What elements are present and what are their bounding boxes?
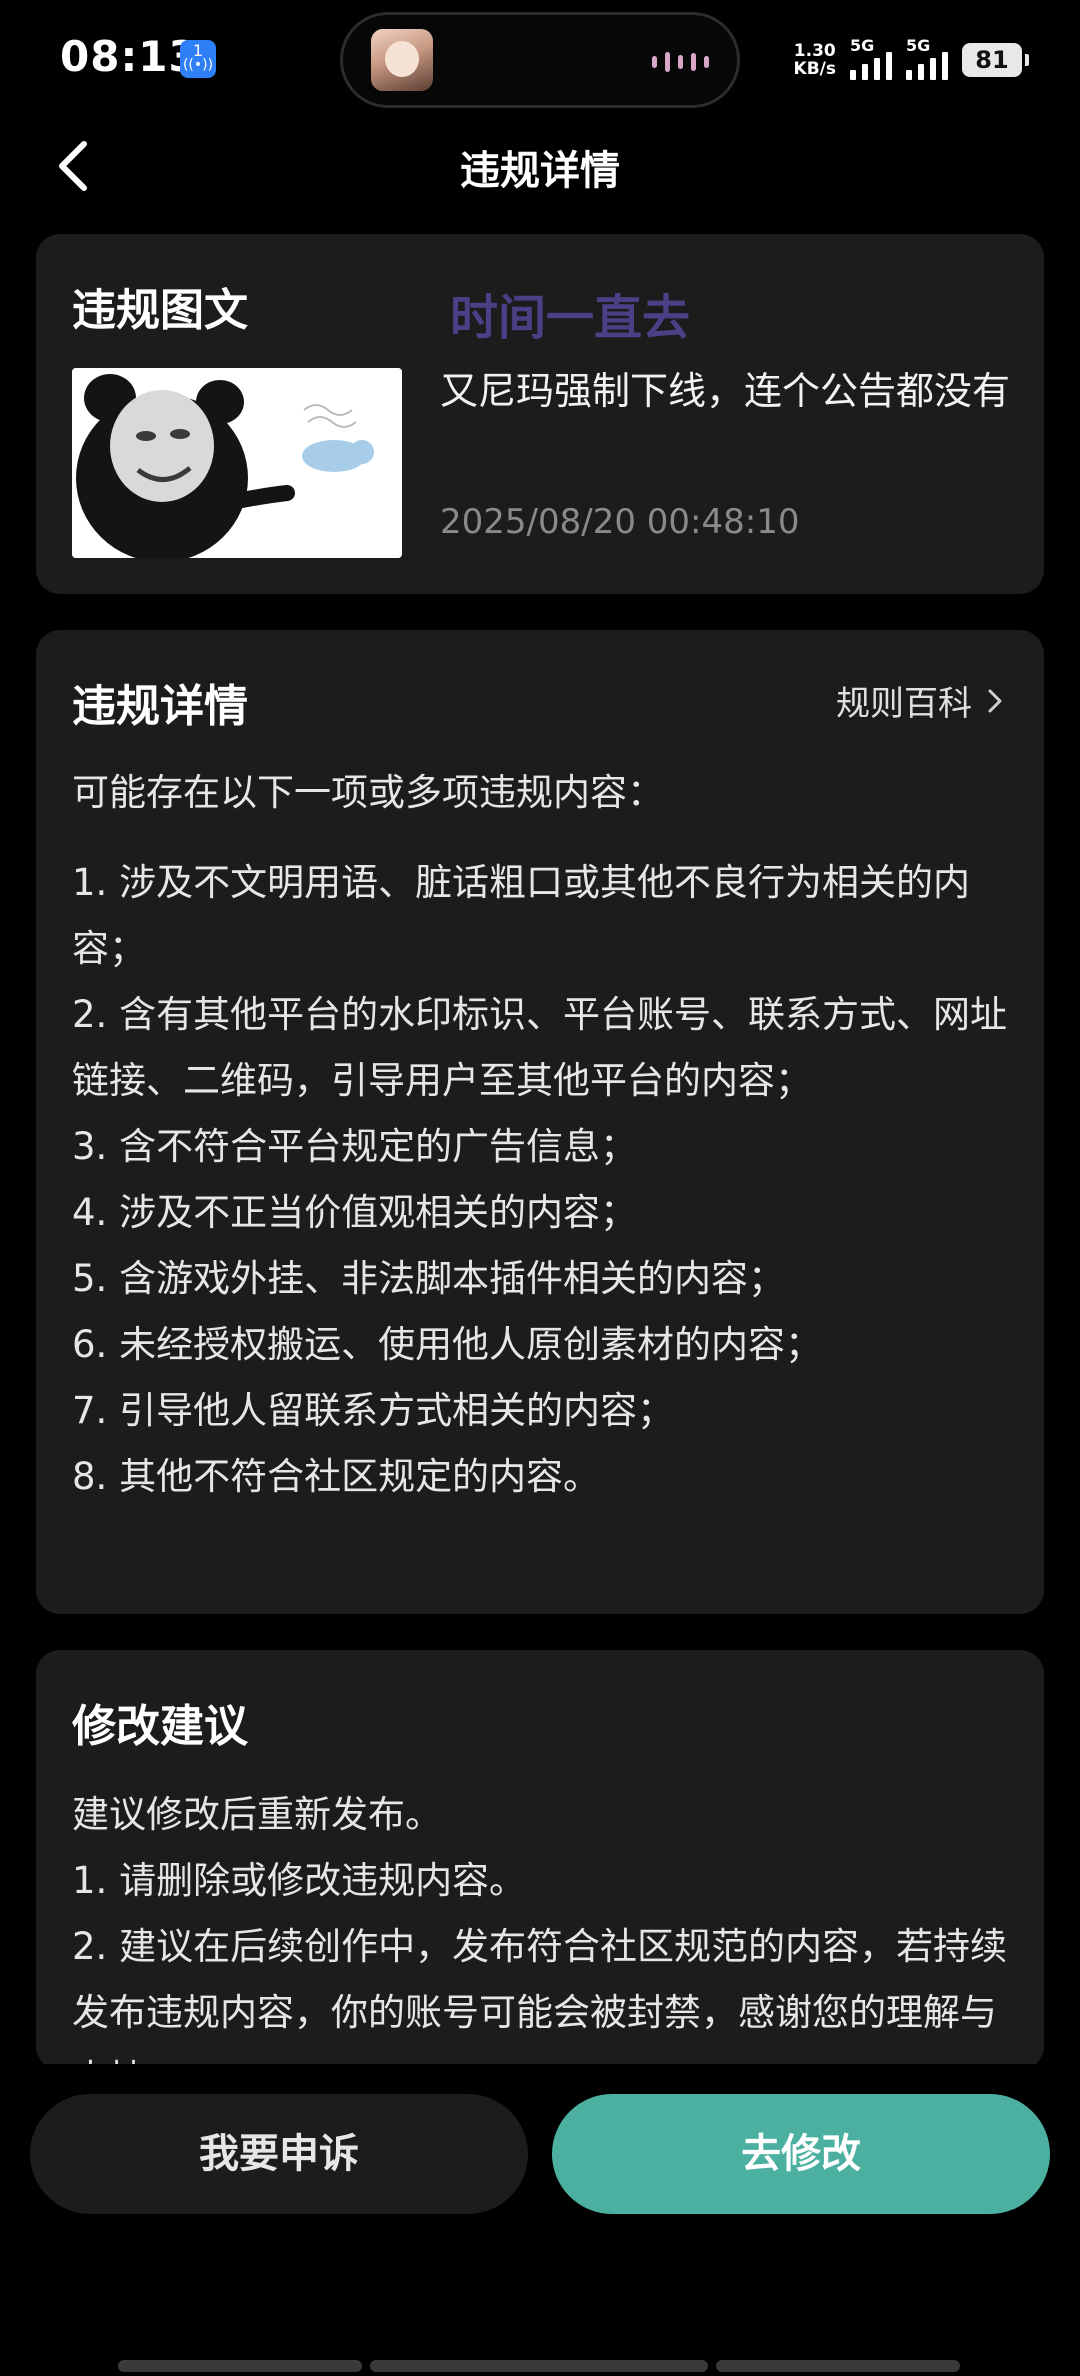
- chevron-right-icon: [988, 689, 1002, 712]
- violation-list: 1. 涉及不文明用语、脏话粗口或其他不良行为相关的内容； 2. 含有其他平台的水…: [72, 850, 1022, 1510]
- media-avatar: [371, 29, 433, 91]
- nav-indicator[interactable]: [370, 2360, 708, 2372]
- meme-image: [72, 368, 402, 558]
- net-speed: 1.30 KB/s: [793, 41, 836, 79]
- list-item: 6. 未经授权搬运、使用他人原创素材的内容；: [72, 1323, 823, 1366]
- post-section-title: 违规图文: [72, 285, 248, 336]
- nav-indicator[interactable]: [118, 2360, 362, 2372]
- list-item: 2. 含有其他平台的水印标识、平台账号、联系方式、网址链接、二维码，引导用户至其…: [72, 993, 1008, 1102]
- violation-detail-card: 违规详情 规则百科 可能存在以下一项或多项违规内容： 1. 涉及不文明用语、脏话…: [36, 630, 1044, 1614]
- edit-button[interactable]: 去修改: [552, 2094, 1050, 2214]
- nav-indicator[interactable]: [716, 2360, 960, 2372]
- violation-detail-screen: 08:13 1 ((•)) 1.30 KB/s 5G 5G 81 违规详情 违规…: [0, 0, 1080, 2376]
- bottom-action-bar: 我要申诉 去修改: [0, 2064, 1080, 2376]
- list-item: 1. 请删除或修改违规内容。: [72, 1859, 527, 1902]
- rules-link-label: 规则百科: [836, 684, 972, 724]
- battery-icon: 81: [962, 43, 1029, 77]
- status-bar: 08:13 1 ((•)) 1.30 KB/s 5G 5G 81: [0, 0, 1080, 120]
- suggestion-card: 修改建议 建议修改后重新发布。 1. 请删除或修改违规内容。 2. 建议在后续创…: [36, 1650, 1044, 2070]
- signal-icon-sim1: 5G: [850, 36, 892, 80]
- list-item: 7. 引导他人留联系方式相关的内容；: [72, 1389, 675, 1432]
- page-title: 违规详情: [460, 148, 620, 194]
- list-item: 3. 含不符合平台规定的广告信息；: [72, 1125, 638, 1168]
- status-time: 08:13: [60, 32, 199, 81]
- status-icons: 1.30 KB/s 5G 5G 81: [793, 36, 1029, 84]
- suggestion-list: 建议修改后重新发布。 1. 请删除或修改违规内容。 2. 建议在后续创作中，发布…: [72, 1782, 1022, 2070]
- signal-icon-sim2: 5G: [906, 36, 948, 80]
- detail-section-title: 违规详情: [72, 681, 248, 732]
- appeal-button[interactable]: 我要申诉: [30, 2094, 528, 2214]
- hotspot-icon: 1 ((•)): [180, 40, 216, 78]
- rules-encyclopedia-link[interactable]: 规则百科: [836, 676, 1004, 725]
- post-card[interactable]: 违规图文 时间一直去 又尼玛强制下线，连个公告都没有 2025/08/20 00…: [36, 234, 1044, 594]
- watermark-text: 时间一直去: [450, 290, 691, 346]
- list-item: 1. 涉及不文明用语、脏话粗口或其他不良行为相关的内容；: [72, 861, 971, 970]
- app-header: 违规详情: [0, 120, 1080, 210]
- list-item: 8. 其他不符合社区规定的内容。: [72, 1455, 601, 1498]
- list-item: 5. 含游戏外挂、非法脚本插件相关的内容；: [72, 1257, 786, 1300]
- list-item: 2. 建议在后续创作中，发布符合社区规范的内容，若持续发布违规内容，你的账号可能…: [72, 1925, 1008, 2070]
- dynamic-island[interactable]: [340, 12, 740, 108]
- detail-intro: 可能存在以下一项或多项违规内容：: [72, 771, 664, 814]
- list-item: 4. 涉及不正当价值观相关的内容；: [72, 1191, 638, 1234]
- post-timestamp: 2025/08/20 00:48:10: [440, 502, 800, 542]
- post-text: 又尼玛强制下线，连个公告都没有: [440, 369, 1011, 413]
- list-item: 建议修改后重新发布。: [72, 1793, 442, 1836]
- audio-wave-icon: [652, 51, 709, 73]
- suggestion-section-title: 修改建议: [72, 1701, 248, 1752]
- post-thumbnail[interactable]: [72, 368, 402, 558]
